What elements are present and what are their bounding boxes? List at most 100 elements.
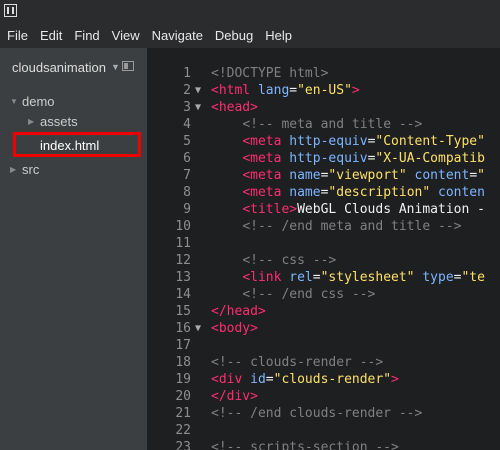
line-number: 2 — [183, 83, 191, 98]
line-number: 12 — [175, 253, 191, 268]
code-line[interactable]: 21 <!-- /end clouds-render --> — [147, 405, 500, 422]
code-line[interactable]: 16 ▼ <body> — [147, 320, 500, 337]
code-text: <!-- /end clouds-render --> — [211, 405, 422, 422]
code-token: http-equiv — [289, 151, 368, 166]
code-text: <!-- /end meta and title --> — [211, 218, 461, 235]
line-number: 10 — [175, 219, 191, 234]
code-line[interactable]: 13 <link rel="stylesheet" type="te — [147, 269, 500, 286]
code-line[interactable]: 18 <!-- clouds-render --> — [147, 354, 500, 371]
code-token: <div — [211, 372, 243, 387]
line-number: 1 — [183, 66, 191, 81]
line-number: 5 — [183, 134, 191, 149]
code-line[interactable]: 10 <!-- /end meta and title --> — [147, 218, 500, 235]
line-number: 18 — [175, 355, 191, 370]
brackets-app-icon — [4, 4, 17, 17]
code-line[interactable]: 22 — [147, 422, 500, 439]
code-token: <meta — [242, 168, 282, 183]
code-token: content — [414, 168, 470, 183]
code-text: <!-- css --> — [211, 252, 336, 269]
code-text: <body> — [211, 320, 258, 337]
code-line[interactable]: 2 ▼ <html lang="en-US"> — [147, 82, 500, 99]
line-number: 19 — [175, 372, 191, 387]
code-line[interactable]: 4 <!-- meta and title --> — [147, 116, 500, 133]
code-line[interactable]: 1 <!DOCTYPE html> — [147, 65, 500, 82]
line-number: 16 — [175, 321, 191, 336]
line-number: 20 — [175, 389, 191, 404]
code-line[interactable]: 20 </div> — [147, 388, 500, 405]
code-line[interactable]: 9 <title>WebGL Clouds Animation - — [147, 201, 500, 218]
code-line[interactable]: 23 <!-- scripts-section --> — [147, 439, 500, 450]
line-number: 11 — [175, 236, 191, 251]
line-number: 6 — [183, 151, 191, 166]
line-number: 8 — [183, 185, 191, 200]
menu-help[interactable]: Help — [259, 22, 298, 48]
line-number: 9 — [183, 202, 191, 217]
tree-label: src — [22, 161, 40, 177]
code-token: <!-- meta and title --> — [242, 117, 423, 132]
code-text: <html lang="en-US"> — [211, 82, 360, 99]
fold-toggle-icon[interactable]: ▼ — [195, 82, 201, 99]
code-text: <head> — [211, 99, 258, 116]
split-view-icon[interactable] — [122, 61, 134, 71]
code-line[interactable]: 3 ▼ <head> — [147, 99, 500, 116]
code-text: <meta http-equiv="Content-Type" — [211, 133, 485, 150]
code-token: <!-- clouds-render --> — [211, 355, 384, 370]
line-number: 14 — [175, 287, 191, 302]
line-number: 22 — [175, 423, 191, 438]
code-token: = — [265, 372, 274, 387]
tree-label: assets — [40, 113, 78, 129]
code-line[interactable]: 8 <meta name="description" conten — [147, 184, 500, 201]
code-token: "viewport" — [328, 168, 407, 183]
menu-debug[interactable]: Debug — [209, 22, 259, 48]
code-token: http-equiv — [289, 134, 368, 149]
menu-find[interactable]: Find — [68, 22, 105, 48]
code-line[interactable]: 6 <meta http-equiv="X-UA-Compatib — [147, 150, 500, 167]
tree-folder-assets[interactable]: ▶ assets — [28, 112, 78, 130]
code-token: = — [312, 270, 321, 285]
line-number: 21 — [175, 406, 191, 421]
code-token: <meta — [242, 134, 282, 149]
triangle-right-icon: ▶ — [28, 116, 35, 126]
line-number: 7 — [183, 168, 191, 183]
code-token: "te — [461, 270, 485, 285]
menu-edit[interactable]: Edit — [34, 22, 68, 48]
code-text: <!-- meta and title --> — [211, 116, 422, 133]
code-line[interactable]: 14 <!-- /end css --> — [147, 286, 500, 303]
code-line[interactable]: 17 — [147, 337, 500, 354]
code-text: <title>WebGL Clouds Animation - — [211, 201, 485, 218]
menu-view[interactable]: View — [106, 22, 146, 48]
code-text: <!-- scripts-section --> — [211, 439, 399, 450]
title-bar — [0, 0, 500, 22]
tree-folder-src[interactable]: ▶ src — [10, 160, 39, 178]
code-line[interactable]: 5 <meta http-equiv="Content-Type" — [147, 133, 500, 150]
menu-bar: File Edit Find View Navigate Debug Help — [0, 22, 500, 48]
code-token: <!-- css --> — [242, 253, 337, 268]
menu-navigate[interactable]: Navigate — [146, 22, 209, 48]
project-dropdown[interactable]: cloudsanimation ▼ — [12, 58, 142, 76]
code-line[interactable]: 15 </head> — [147, 303, 500, 320]
fold-toggle-icon[interactable]: ▼ — [195, 320, 201, 337]
fold-toggle-icon[interactable]: ▼ — [195, 99, 201, 116]
code-text: <div id="clouds-render"> — [211, 371, 399, 388]
code-line[interactable]: 19 <div id="clouds-render"> — [147, 371, 500, 388]
triangle-down-icon: ▼ — [10, 96, 18, 106]
tree-folder-demo[interactable]: ▼ demo — [10, 92, 55, 110]
code-line[interactable]: 12 <!-- css --> — [147, 252, 500, 269]
code-line[interactable]: 7 <meta name="viewport" content=" — [147, 167, 500, 184]
code-token: <!-- /end clouds-render --> — [211, 406, 423, 421]
code-text: </div> — [211, 388, 258, 405]
code-token: > — [391, 372, 399, 387]
code-token: conten — [438, 185, 485, 200]
code-token: <meta — [242, 151, 282, 166]
code-token: <!-- /end css --> — [242, 287, 376, 302]
code-editor[interactable]: 1 <!DOCTYPE html> 2 ▼ <html lang="en-US"> 3 ▼ <… — [147, 48, 500, 450]
line-number: 13 — [175, 270, 191, 285]
code-line[interactable]: 11 — [147, 235, 500, 252]
menu-file[interactable]: File — [0, 22, 34, 48]
